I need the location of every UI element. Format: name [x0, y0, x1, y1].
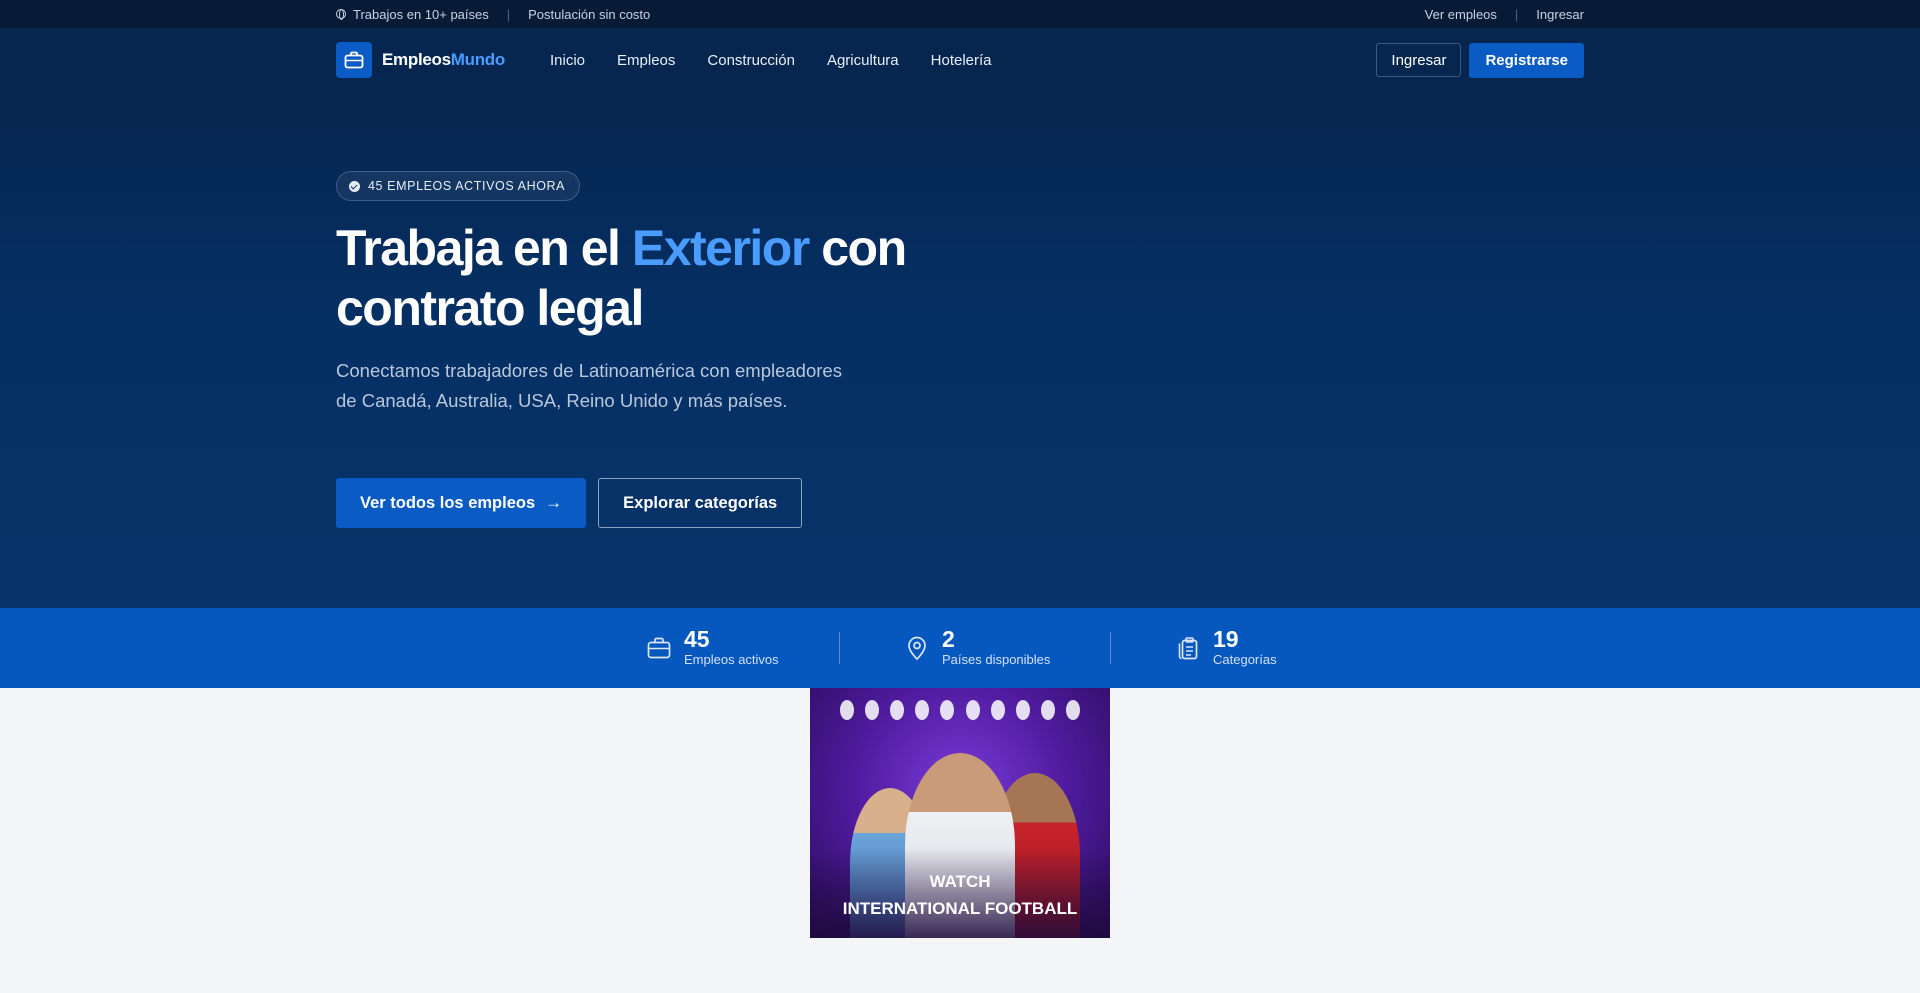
nav-actions: Ingresar Registrarse: [1376, 43, 1584, 78]
league-logo-icon: [1015, 700, 1030, 720]
nav-link-hoteleria[interactable]: Hotelería: [931, 52, 992, 69]
stat-label: Categorías: [1213, 652, 1277, 667]
ad-line-1: WATCH: [929, 872, 991, 891]
view-all-jobs-button[interactable]: Ver todos los empleos →: [336, 478, 587, 528]
headline-accent: Exterior: [631, 220, 810, 276]
stat-divider: [839, 632, 840, 664]
separator: |: [1514, 6, 1519, 22]
nav-link-construccion[interactable]: Construcción: [707, 52, 795, 69]
separator: |: [506, 6, 511, 22]
league-logo-icon: [890, 700, 905, 720]
hero-subtitle: Conectamos trabajadores de Latinoamérica…: [336, 360, 842, 411]
check-circle-icon: [349, 180, 360, 192]
league-logo-icon: [1065, 700, 1080, 720]
site-logo[interactable]: EmpleosMundo: [336, 42, 505, 78]
ad-line-2: INTERNATIONAL FOOTBALL: [842, 899, 1078, 918]
headline-part-1: Trabaja en el: [336, 220, 621, 276]
league-logo-icon: [990, 700, 1005, 720]
globe-icon: [336, 9, 346, 20]
login-button[interactable]: Ingresar: [1376, 43, 1462, 77]
stats-band: 45 Empleos activos 2 Países disponibles …: [0, 608, 1920, 688]
view-all-jobs-label: Ver todos los empleos: [360, 493, 536, 512]
hero-headline: Trabaja en el Exterior con contrato lega…: [336, 218, 976, 338]
briefcase-icon: [647, 637, 671, 659]
league-logo-icon: [840, 700, 854, 720]
no-cost-note: Postulación sin costo: [528, 6, 651, 22]
topbar-see-jobs-link[interactable]: Ver empleos: [1425, 7, 1497, 22]
league-logo-icon: [915, 700, 930, 720]
top-bar: Trabajos en 10+ países | Postulación sin…: [0, 0, 1920, 28]
explore-categories-button[interactable]: Explorar categorías: [598, 478, 803, 528]
stat-categories: 19 Categorías: [1175, 626, 1277, 670]
nav-links: Inicio Empleos Construcción Agricultura …: [550, 28, 1024, 92]
football-ad-banner[interactable]: WATCH INTERNATIONAL FOOTBALL: [810, 688, 1110, 938]
stat-label: Países disponibles: [942, 652, 1051, 667]
active-jobs-badge: 45 EMPLEOS ACTIVOS AHORA: [336, 171, 581, 201]
stat-label: Empleos activos: [684, 652, 779, 667]
league-logo-icon: [865, 700, 880, 720]
logo-text-part: Empleos: [382, 50, 451, 69]
league-logos: [840, 700, 1080, 726]
stat-value: 19: [1213, 626, 1239, 652]
arrow-right-icon: →: [545, 493, 563, 512]
stat-countries: 2 Países disponibles: [904, 626, 1050, 670]
countries-note: Trabajos en 10+ países: [353, 6, 489, 22]
nav-link-inicio[interactable]: Inicio: [550, 52, 585, 69]
league-logo-icon: [940, 700, 955, 720]
stat-value: 45: [684, 626, 710, 652]
register-button[interactable]: Registrarse: [1469, 43, 1584, 78]
topbar-login-link[interactable]: Ingresar: [1536, 7, 1584, 22]
ad-shade: [810, 848, 1110, 938]
badge-text: 45 EMPLEOS ACTIVOS AHORA: [368, 179, 566, 193]
clipboard-icon: [1178, 637, 1198, 660]
logo-text: EmpleosMundo: [382, 50, 505, 70]
stat-active-jobs: 45 Empleos activos: [646, 626, 779, 670]
nav-link-empleos[interactable]: Empleos: [617, 52, 675, 69]
hero-cta-row: Ver todos los empleos → Explorar categor…: [336, 478, 803, 528]
briefcase-logo-icon: [336, 42, 372, 78]
league-logo-icon: [1040, 700, 1055, 720]
logo-text-accent: Mundo: [450, 50, 506, 69]
hero-section: 45 EMPLEOS ACTIVOS AHORA Trabaja en el E…: [0, 92, 1920, 608]
main-navbar: EmpleosMundo Inicio Empleos Construcción…: [0, 28, 1920, 92]
nav-link-agricultura[interactable]: Agricultura: [827, 52, 899, 69]
league-logo-icon: [965, 700, 980, 720]
stat-value: 2: [942, 626, 955, 652]
map-pin-icon: [908, 636, 926, 661]
stat-divider: [1110, 632, 1111, 664]
